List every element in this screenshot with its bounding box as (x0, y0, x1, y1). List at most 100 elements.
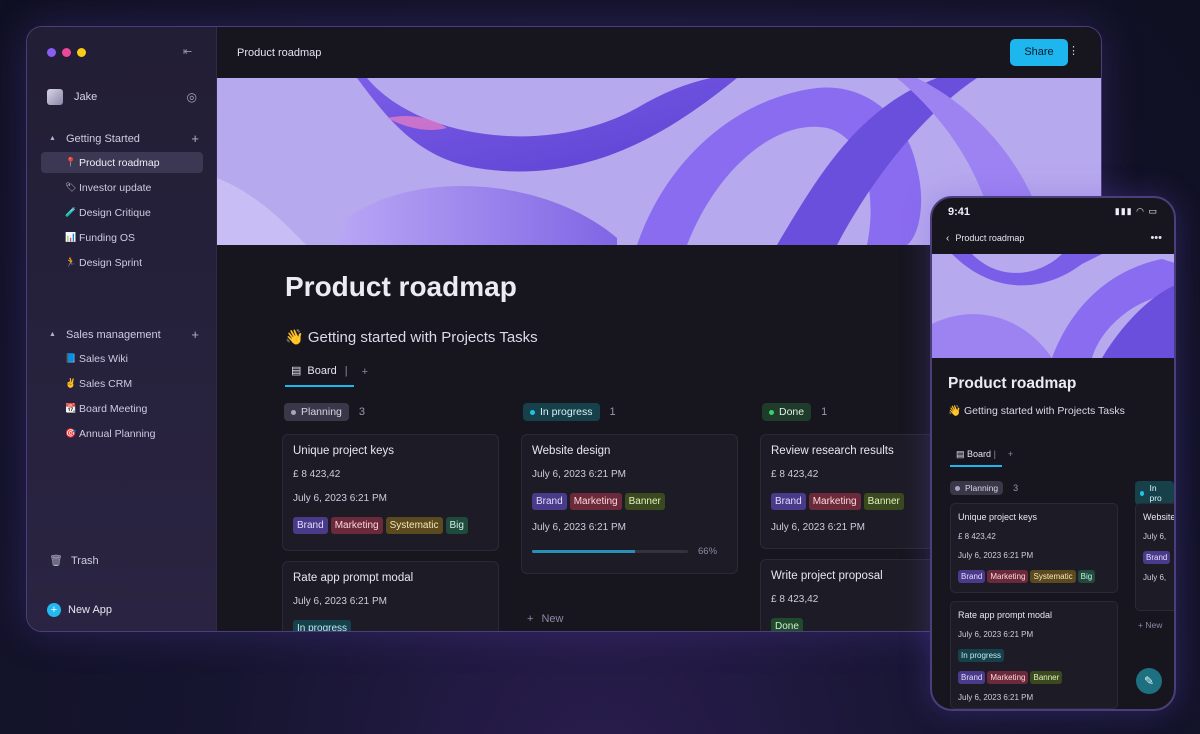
status-label: In pro (1149, 483, 1162, 503)
status-badge[interactable]: Done (762, 403, 812, 421)
tab-board[interactable]: ▤ Board | (950, 449, 1002, 467)
more-options-icon[interactable]: ••• (1150, 232, 1162, 244)
card-date: July 6, 2023 6:21 PM (958, 630, 1034, 639)
sidebar-item-sales-crm[interactable]: ✌ Sales CRM (41, 373, 203, 394)
back-icon[interactable]: ‹ (946, 233, 949, 244)
tab-board[interactable]: ▤ Board | (285, 364, 354, 387)
board-card[interactable]: Unique project keys £ 8 423,42 July 6, 2… (950, 503, 1118, 593)
tag: Brand (958, 570, 986, 583)
tag-icon: 🏷 (65, 182, 77, 192)
card-title: Rate app prompt modal (958, 610, 1053, 620)
status-badge[interactable]: Planning (284, 403, 349, 421)
status-dot (291, 409, 296, 415)
card-tags: In progress (958, 649, 1110, 662)
edit-fab-button[interactable]: ✎ (1136, 668, 1162, 694)
sidebar-item-funding-os[interactable]: 📊 Funding OS (41, 227, 203, 248)
maximize-window-button[interactable] (77, 48, 86, 57)
status-dot (530, 409, 535, 415)
status-badge[interactable]: Planning (950, 481, 1004, 495)
card-title: Unique project keys (293, 445, 394, 457)
new-app-button[interactable]: + New App (47, 603, 112, 617)
section-label: Getting Started (65, 132, 140, 145)
card-date: July 6, 2023 6:21 PM (958, 693, 1034, 702)
card-date: July 6, 2023 6:21 PM (532, 522, 626, 533)
status-dot (769, 409, 774, 415)
tag: Big (445, 517, 468, 534)
sidebar-item-label: Investor update (79, 181, 152, 194)
sidebar-item-investor-update[interactable]: 🏷 Investor update (41, 177, 203, 198)
settings-icon[interactable]: ◎ (187, 90, 197, 104)
column-count: 1 (609, 406, 616, 418)
tag: Big (1077, 570, 1096, 583)
user-profile[interactable]: Jake ◎ (47, 89, 197, 105)
card-amount: £ 8 423,42 (771, 469, 819, 480)
sidebar-item-label: Sales CRM (79, 377, 133, 390)
board-card[interactable]: Rate app prompt modal July 6, 2023 6:21 … (950, 601, 1118, 709)
board-card[interactable]: Website July 6, Brand July 6, (1135, 503, 1174, 611)
chart-icon: 📊 (65, 232, 77, 242)
caret-up-icon: ▲ (49, 331, 56, 338)
column-count: 1 (821, 406, 828, 418)
status-badge[interactable]: In pro (1135, 481, 1174, 505)
new-card-button[interactable]: + New (527, 613, 563, 625)
mobile-page-subtitle: 👋 Getting started with Projects Tasks (948, 405, 1125, 417)
sidebar-item-sales-wiki[interactable]: 📘 Sales Wiki (41, 348, 203, 369)
add-page-icon[interactable]: + (191, 131, 199, 146)
sidebar-item-design-sprint[interactable]: 🏃 Design Sprint (41, 252, 203, 273)
add-page-icon[interactable]: + (191, 327, 199, 342)
board-card[interactable]: Rate app prompt modal July 6, 2023 6:21 … (282, 561, 499, 631)
avatar (47, 89, 63, 105)
trash-icon: 🗑 (49, 555, 63, 567)
tag: Systematic (385, 517, 443, 534)
tag: Marketing (330, 517, 383, 534)
tag: In progress (293, 620, 352, 631)
sidebar-item-product-roadmap[interactable]: 📍 Product roadmap (41, 152, 203, 173)
status-label: Planning (301, 406, 342, 418)
caret-up-icon: ▲ (49, 135, 56, 142)
add-view-button[interactable]: + (362, 366, 368, 386)
card-amount: £ 8 423,42 (771, 594, 819, 605)
sidebar-item-label: Sales Wiki (79, 352, 129, 365)
column-in-progress-header: In pro (1135, 481, 1174, 505)
minimize-window-button[interactable] (62, 48, 71, 57)
sidebar-item-annual-planning[interactable]: 🎯 Annual Planning (41, 423, 203, 444)
mobile-view-tabs: ▤ Board | + (950, 449, 1013, 467)
board-card[interactable]: Website design July 6, 2023 6:21 PM Bran… (521, 434, 738, 574)
tag: Brand (532, 493, 567, 510)
progress-fill (532, 550, 635, 553)
trash-link[interactable]: 🗑 Trash (49, 554, 99, 568)
tag: Banner (1030, 671, 1063, 684)
calendar-icon: 📆 (65, 403, 77, 413)
share-button[interactable]: Share (1010, 39, 1068, 66)
collapse-sidebar-icon[interactable]: ⇤ (183, 45, 192, 58)
card-title: Unique project keys (958, 512, 1038, 522)
column-in-progress-header: In progress 1 (523, 403, 616, 421)
more-options-icon[interactable]: ⋮ (1068, 44, 1079, 57)
page-subtitle: 👋 Getting started with Projects Tasks (285, 329, 538, 346)
card-title: Website design (532, 445, 611, 457)
new-card-button[interactable]: + New (1138, 620, 1162, 630)
sidebar: ⇤ Jake ◎ ▲ Getting Started + 📍 Product r… (27, 27, 217, 631)
plus-circle-icon: + (47, 603, 61, 617)
sidebar-item-label: Design Sprint (79, 256, 143, 269)
section-sales-management[interactable]: ▲ Sales management + (49, 327, 199, 342)
card-date: July 6, (1143, 573, 1167, 582)
status-badge[interactable]: In progress (523, 403, 600, 421)
card-title: Write project proposal (771, 570, 883, 582)
sidebar-item-board-meeting[interactable]: 📆 Board Meeting (41, 398, 203, 419)
card-tags: In progress (293, 620, 488, 631)
board-card[interactable]: Unique project keys £ 8 423,42 July 6, 2… (282, 434, 499, 551)
column-count: 3 (1013, 483, 1019, 493)
card-tags: Done (771, 618, 949, 631)
add-view-button[interactable]: + (1008, 449, 1013, 467)
test-tube-icon: 🧪 (65, 207, 77, 217)
close-window-button[interactable] (47, 48, 56, 57)
mobile-nav-bar: ‹ Product roadmap ••• (946, 232, 1162, 244)
sidebar-item-design-critique[interactable]: 🧪 Design Critique (41, 202, 203, 223)
section-label: Sales management (65, 328, 161, 341)
tag: Marketing (987, 671, 1029, 684)
card-date: July 6, 2023 6:21 PM (771, 522, 865, 533)
status-label: Done (779, 406, 805, 418)
section-getting-started[interactable]: ▲ Getting Started + (49, 131, 199, 146)
book-icon: 📘 (65, 353, 77, 363)
